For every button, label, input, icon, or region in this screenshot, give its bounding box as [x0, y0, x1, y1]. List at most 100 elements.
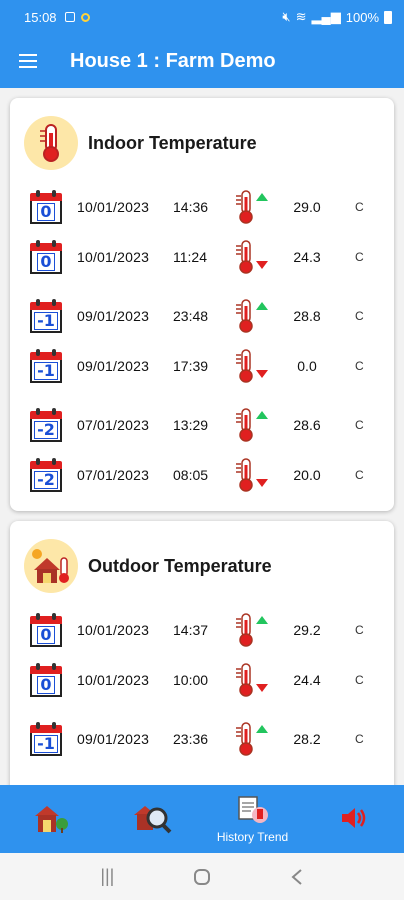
- day-offset: 0: [37, 675, 55, 694]
- temperature-reading-row: -1 09/01/2023 17:39 0.0 C: [10, 346, 394, 386]
- reading-value: 28.8: [293, 308, 321, 324]
- thermometer-up-icon: [230, 298, 270, 334]
- card-header: Outdoor Temperature: [24, 539, 272, 593]
- calendar-icon: 0: [30, 190, 62, 224]
- day-offset: -1: [34, 361, 58, 380]
- recent-apps-icon[interactable]: |||: [92, 862, 122, 892]
- reading-value: 0.0: [297, 358, 317, 374]
- farm-search-icon: [132, 801, 172, 838]
- nav-farm-search[interactable]: [101, 785, 202, 853]
- reading-time: 14:37: [173, 622, 209, 638]
- reading-date: 10/01/2023: [77, 622, 150, 638]
- reading-date: 10/01/2023: [77, 672, 150, 688]
- calendar-icon: -1: [30, 349, 62, 383]
- bottom-navigation: History Trend: [0, 785, 404, 853]
- reading-value: 24.3: [293, 249, 321, 265]
- reading-value: 20.0: [293, 467, 321, 483]
- reading-time: 10:00: [173, 672, 209, 688]
- card-title: Outdoor Temperature: [88, 555, 272, 576]
- reading-time: 23:36: [173, 731, 209, 747]
- reading-value: 29.0: [293, 199, 321, 215]
- house-thermometer-icon: [24, 539, 78, 593]
- temperature-reading-row: -2 07/01/2023 08:05 20.0 C: [10, 455, 394, 495]
- reading-value: 29.2: [293, 622, 321, 638]
- thermometer-up-icon: [230, 721, 270, 757]
- calendar-icon: -1: [30, 722, 62, 756]
- day-offset: 0: [37, 202, 55, 221]
- mute-icon: 🔇︎: [282, 9, 291, 24]
- reading-unit: C: [355, 200, 364, 214]
- reading-unit: C: [355, 673, 364, 687]
- reading-date: 07/01/2023: [77, 467, 150, 483]
- reading-value: 28.6: [293, 417, 321, 433]
- nav-label: History Trend: [216, 829, 289, 844]
- battery-percent: 100%: [345, 9, 379, 25]
- temperature-reading-row: 0 10/01/2023 14:36 29.0 C: [10, 187, 394, 227]
- day-offset: 0: [37, 625, 55, 644]
- speaker-icon: [339, 804, 369, 835]
- calendar-icon: -2: [30, 408, 62, 442]
- menu-icon[interactable]: [0, 34, 56, 88]
- reading-time: 14:36: [173, 199, 209, 215]
- reading-date: 10/01/2023: [77, 249, 150, 265]
- wifi-icon: ≋: [295, 9, 307, 24]
- farm-icon: [33, 802, 69, 837]
- thermometer-up-icon: [230, 407, 270, 443]
- reading-time: 17:39: [173, 358, 209, 374]
- thermometer-down-icon: [230, 239, 270, 275]
- day-offset: -1: [34, 311, 58, 330]
- temperature-reading-row: -2 07/01/2023 13:29 28.6 C: [10, 405, 394, 445]
- notification-icons: [64, 12, 90, 22]
- temperature-reading-row: -1 09/01/2023 23:36 28.2 C: [10, 719, 394, 759]
- gallery-icon: [64, 12, 75, 22]
- thermometer-icon: [24, 116, 78, 170]
- content-scroll[interactable]: Indoor Temperature 0 10/01/2023 14:36 29.0 C…: [0, 88, 404, 785]
- status-time: 15:08: [24, 9, 57, 25]
- reading-date: 09/01/2023: [77, 358, 150, 374]
- day-offset: -2: [34, 470, 58, 489]
- home-icon[interactable]: [187, 862, 217, 892]
- thermometer-up-icon: [230, 189, 270, 225]
- reading-unit: C: [355, 623, 364, 637]
- history-trend-icon: [235, 795, 271, 828]
- reading-unit: C: [355, 359, 364, 373]
- card-title: Indoor Temperature: [88, 132, 257, 153]
- reading-unit: C: [355, 250, 364, 264]
- battery-icon: [384, 10, 392, 24]
- app-bar: House 1 : Farm Demo: [0, 34, 404, 88]
- reading-unit: C: [355, 468, 364, 482]
- temperature-reading-row: 0 10/01/2023 10:00 24.4 C: [10, 660, 394, 700]
- thermometer-down-icon: [230, 348, 270, 384]
- page-title: House 1 : Farm Demo: [70, 49, 276, 72]
- calendar-icon: -1: [30, 299, 62, 333]
- back-icon[interactable]: [282, 862, 312, 892]
- reading-date: 09/01/2023: [77, 731, 150, 747]
- day-offset: -2: [34, 420, 58, 439]
- reading-date: 09/01/2023: [77, 308, 150, 324]
- calendar-icon: 0: [30, 240, 62, 274]
- reading-value: 24.4: [293, 672, 321, 688]
- calendar-icon: 0: [30, 613, 62, 647]
- reading-time: 08:05: [173, 467, 209, 483]
- indoor-temperature-card: Indoor Temperature 0 10/01/2023 14:36 29.0 C…: [10, 98, 394, 511]
- nav-farm[interactable]: [0, 785, 101, 853]
- reading-unit: C: [355, 418, 364, 432]
- thermometer-down-icon: [230, 457, 270, 493]
- reading-unit: C: [355, 732, 364, 746]
- nav-speaker[interactable]: [303, 785, 404, 853]
- calendar-icon: -2: [30, 458, 62, 492]
- status-bar: 15:08 🔇︎ ≋ ▂▄▆ 100%: [0, 0, 404, 34]
- reading-unit: C: [355, 309, 364, 323]
- thermometer-down-icon: [230, 662, 270, 698]
- temperature-reading-row: 0 10/01/2023 11:24 24.3 C: [10, 237, 394, 277]
- reading-value: 28.2: [293, 731, 321, 747]
- signal-icon: ▂▄▆: [311, 9, 341, 24]
- reading-date: 07/01/2023: [77, 417, 150, 433]
- day-offset: 0: [37, 252, 55, 271]
- thermometer-up-icon: [230, 612, 270, 648]
- outdoor-temperature-card: Outdoor Temperature 0 10/01/2023 14:37 29.2…: [10, 521, 394, 785]
- reading-date: 10/01/2023: [77, 199, 150, 215]
- system-navigation: |||: [0, 853, 404, 900]
- nav-history-trend[interactable]: History Trend: [202, 785, 303, 853]
- reading-time: 23:48: [173, 308, 209, 324]
